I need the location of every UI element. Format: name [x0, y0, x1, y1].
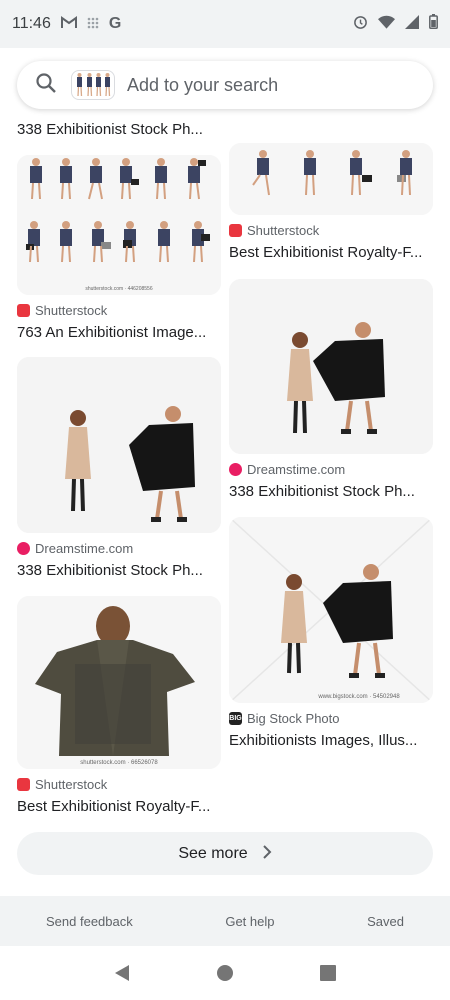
image-watermark-caption: shutterstock.com · 446208556	[85, 286, 152, 292]
result-image[interactable]: shutterstock.com · 446208556	[17, 155, 221, 295]
result-title[interactable]: 338 Exhibitionist Stock Ph...	[17, 562, 221, 579]
search-placeholder[interactable]: Add to your search	[127, 75, 278, 96]
result-card[interactable]: Dreamstime.com 338 Exhibitionist Stock P…	[229, 279, 433, 500]
see-more-label: See more	[178, 844, 248, 862]
send-feedback-link[interactable]: Send feedback	[46, 914, 133, 929]
status-bar: 11:46 G	[0, 0, 450, 48]
back-icon[interactable]	[113, 964, 131, 987]
grid-dots-icon	[87, 17, 99, 32]
result-card[interactable]: www.bigstock.com · 54502948 BIG Big Stoc…	[229, 517, 433, 749]
status-time: 11:46	[12, 15, 51, 32]
result-source: Shutterstock	[35, 303, 108, 318]
result-source: Big Stock Photo	[247, 711, 340, 726]
result-card[interactable]: shutterstock.com · 66526078 Shutterstock…	[17, 596, 221, 815]
result-title[interactable]: Best Exhibitionist Royalty-F...	[229, 244, 433, 261]
image-watermark-caption: www.bigstock.com · 54502948	[317, 694, 400, 700]
result-source: Dreamstime.com	[247, 462, 346, 477]
chevron-right-icon	[262, 843, 272, 864]
result-source: Dreamstime.com	[35, 541, 134, 556]
google-g-icon: G	[108, 15, 122, 32]
result-title[interactable]: Exhibitionists Images, Illus...	[229, 732, 433, 749]
result-source: Shutterstock	[247, 223, 320, 238]
result-image[interactable]	[229, 143, 433, 215]
signal-icon	[405, 14, 419, 34]
result-image[interactable]	[229, 279, 433, 454]
result-title-cutoff[interactable]: 338 Exhibitionist Stock Ph...	[17, 121, 203, 138]
result-card[interactable]: shutterstock.com · 446208556 Shutterstoc…	[17, 155, 221, 341]
wifi-icon	[378, 15, 395, 34]
see-more-button[interactable]: See more	[17, 832, 433, 875]
shutterstock-icon	[17, 778, 30, 791]
alarm-icon	[353, 14, 368, 34]
battery-icon	[429, 14, 438, 34]
result-title[interactable]: Best Exhibitionist Royalty-F...	[17, 798, 221, 815]
result-title[interactable]: 338 Exhibitionist Stock Ph...	[229, 483, 433, 500]
result-image[interactable]: www.bigstock.com · 54502948	[229, 517, 433, 703]
saved-link[interactable]: Saved	[367, 914, 404, 929]
bigstock-icon: BIG	[229, 712, 242, 725]
result-title[interactable]: 763 An Exhibitionist Image...	[17, 324, 221, 341]
result-image[interactable]: shutterstock.com · 66526078	[17, 596, 221, 769]
shutterstock-icon	[229, 224, 242, 237]
gmail-icon	[60, 16, 77, 32]
image-watermark-caption: shutterstock.com · 66526078	[80, 760, 158, 766]
result-source: Shutterstock	[35, 777, 108, 792]
recents-icon[interactable]	[319, 964, 337, 987]
dreamstime-icon	[229, 463, 242, 476]
result-card[interactable]: Dreamstime.com 338 Exhibitionist Stock P…	[17, 357, 221, 579]
search-bar[interactable]: Add to your search	[17, 61, 433, 109]
footer: Send feedback Get help Saved	[0, 896, 450, 946]
result-card[interactable]: Shutterstock Best Exhibitionist Royalty-…	[229, 143, 433, 261]
shutterstock-icon	[17, 304, 30, 317]
search-icon	[35, 72, 57, 99]
android-nav-bar	[0, 950, 450, 1000]
result-image[interactable]	[17, 357, 221, 533]
search-query-image-thumbnail[interactable]	[71, 70, 115, 100]
home-icon[interactable]	[216, 964, 234, 987]
get-help-link[interactable]: Get help	[225, 914, 274, 929]
dreamstime-icon	[17, 542, 30, 555]
